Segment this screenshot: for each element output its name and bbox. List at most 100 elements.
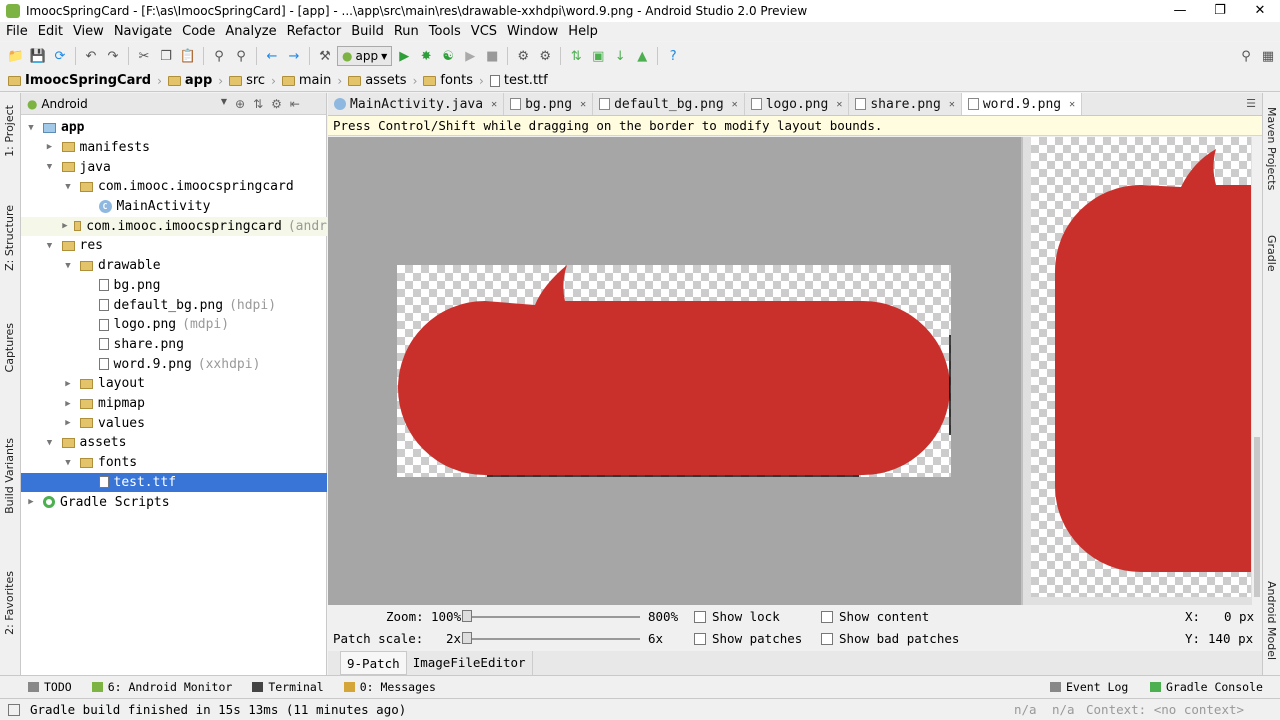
menu-code[interactable]: Code [176,24,219,39]
status-context[interactable]: Context: <no context> [1086,702,1244,717]
android-monitor-tool-button[interactable]: 6: Android Monitor [82,680,243,694]
collapsed-arrow-icon[interactable]: ▶ [62,399,74,409]
ninepatch-image[interactable] [397,265,951,477]
menu-build[interactable]: Build [345,24,388,39]
tool-tab-project[interactable]: 1: Project [3,105,16,157]
undo-icon[interactable]: ↶ [81,46,101,66]
android-device-monitor-icon[interactable]: ▲ [632,46,652,66]
breadcrumb-module[interactable]: app [167,73,218,88]
breadcrumb-assets[interactable]: assets [348,73,412,88]
debug-icon[interactable]: ✸ [416,46,436,66]
todo-tool-button[interactable]: TODO [0,680,82,694]
collapsed-arrow-icon[interactable]: ▶ [62,379,74,389]
menu-view[interactable]: View [67,24,108,39]
menu-analyze[interactable]: Analyze [219,24,280,39]
menu-tools[interactable]: Tools [423,24,465,39]
vertical-scrollbar[interactable] [1252,137,1262,605]
event-log-tool-button[interactable]: Event Log [1040,680,1138,694]
sync-icon[interactable]: ⟳ [50,46,70,66]
menu-edit[interactable]: Edit [32,24,67,39]
scroll-from-source-icon[interactable]: ⊕ [235,97,245,111]
tool-tab-captures[interactable]: Captures [3,323,16,372]
expanded-arrow-icon[interactable]: ▼ [25,123,37,133]
breadcrumb-project[interactable]: ImoocSpringCard [8,73,157,88]
tab-share-png[interactable]: share.png ✕ [849,93,962,115]
tree-item[interactable]: ▼ assets [21,433,327,453]
paste-icon[interactable]: 📋 [178,46,198,66]
menu-run[interactable]: Run [388,24,423,39]
tab-bg-png[interactable]: bg.png ✕ [504,93,594,115]
tab-default-bg-png[interactable]: default_bg.png ✕ [593,93,745,115]
expanded-arrow-icon[interactable]: ▼ [62,261,74,271]
menu-help[interactable]: Help [562,24,602,39]
save-all-icon[interactable]: 💾 [28,46,48,66]
forward-icon[interactable]: → [284,46,304,66]
close-icon[interactable]: ✕ [491,99,497,110]
copy-icon[interactable]: ❐ [156,46,176,66]
stop-icon[interactable]: ■ [482,46,502,66]
expanded-arrow-icon[interactable]: ▼ [44,438,56,448]
replace-icon[interactable]: ⚲ [231,46,251,66]
show-content-checkbox[interactable]: Show content [821,609,929,624]
tree-item[interactable]: ▼ res [21,236,327,256]
gear-icon[interactable]: ⚙ [271,97,282,111]
show-patches-checkbox[interactable]: Show patches [694,631,802,646]
gradle-sync-icon[interactable]: ⇅ [566,46,586,66]
patch-scale-slider-thumb[interactable] [462,632,472,644]
collapsed-arrow-icon[interactable]: ▶ [62,221,68,231]
zoom-slider-thumb[interactable] [462,610,472,622]
open-folder-icon[interactable]: 📁 [6,46,26,66]
expanded-arrow-icon[interactable]: ▼ [44,162,56,172]
tree-item[interactable]: logo.png (mdpi) [21,315,327,335]
tool-tab-android-model[interactable]: Android Model [1265,581,1278,660]
tree-item[interactable]: ▼ fonts [21,453,327,473]
breadcrumb-file[interactable]: test.ttf [489,73,554,88]
toggle-tool-windows-icon[interactable] [8,703,20,716]
attach-debugger-icon[interactable]: ☯ [438,46,458,66]
close-icon[interactable]: ✕ [836,99,842,110]
patch-scale-slider[interactable] [462,632,640,644]
tree-item[interactable]: ▶ mipmap [21,394,327,414]
coverage-icon[interactable]: ▶ [460,46,480,66]
tab-mainactivity-java[interactable]: MainActivity.java ✕ [328,93,505,115]
close-window-button[interactable]: ✕ [1240,0,1280,22]
find-icon[interactable]: ⚲ [209,46,229,66]
tree-item[interactable]: default_bg.png (hdpi) [21,295,327,315]
tree-item[interactable]: ▼ drawable [21,256,327,276]
menu-refactor[interactable]: Refactor [281,24,346,39]
tab-word-9-png[interactable]: word.9.png ✕ [961,93,1083,115]
tab-9-patch[interactable]: 9-Patch [340,651,407,675]
hide-panel-icon[interactable]: ⇤ [290,97,300,111]
search-everywhere-icon[interactable]: ⚲ [1236,46,1256,66]
help-icon[interactable]: ? [663,46,683,66]
show-bad-patches-checkbox[interactable]: Show bad patches [821,631,959,646]
breadcrumb-fonts[interactable]: fonts [423,73,479,88]
tree-item[interactable]: C MainActivity [21,197,327,217]
tree-item[interactable]: bg.png [21,276,327,296]
breadcrumb-src[interactable]: src [229,73,271,88]
tab-image-file-editor[interactable]: ImageFileEditor [407,651,533,675]
sdk-manager-icon[interactable]: ↓ [610,46,630,66]
cut-icon[interactable]: ✂ [134,46,154,66]
zoom-slider[interactable] [462,610,640,622]
settings-icon[interactable]: ⚙ [535,46,555,66]
tool-tab-build-variants[interactable]: Build Variants [3,438,16,514]
close-icon[interactable]: ✕ [1069,99,1075,110]
tool-tab-gradle[interactable]: Gradle [1265,235,1278,272]
project-structure-icon[interactable]: ⚙ [513,46,533,66]
menu-file[interactable]: File [0,24,32,39]
tool-tab-maven-projects[interactable]: Maven Projects [1265,107,1278,190]
collapsed-arrow-icon[interactable]: ▶ [62,418,74,428]
tree-item[interactable]: ▼ com.imooc.imoocspringcard [21,177,327,197]
close-icon[interactable]: ✕ [949,99,955,110]
collapsed-arrow-icon[interactable]: ▶ [25,497,37,507]
redo-icon[interactable]: ↷ [103,46,123,66]
terminal-tool-button[interactable]: Terminal [242,680,333,694]
breadcrumb-main[interactable]: main [281,73,337,88]
ninepatch-canvas[interactable] [328,137,1021,605]
tree-item[interactable]: word.9.png (xxhdpi) [21,354,327,374]
tab-logo-png[interactable]: logo.png ✕ [745,93,850,115]
tree-item[interactable]: ▶ layout [21,374,327,394]
tab-list-icon[interactable]: ☰ [1246,97,1256,110]
run-config-select[interactable]: ● app ▼ [337,46,393,66]
